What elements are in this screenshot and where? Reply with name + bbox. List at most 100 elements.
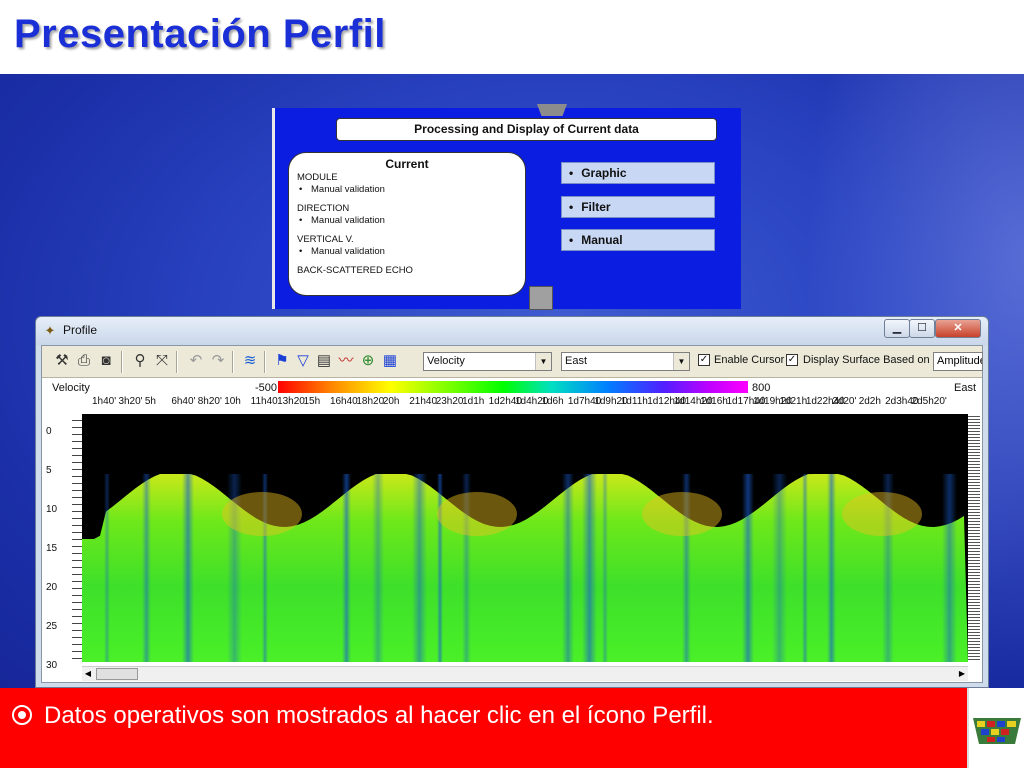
colorbar-variable-label: Velocity	[52, 382, 90, 394]
time-label: 1d1h	[462, 396, 485, 407]
enable-cursor-label: Enable Cursor	[714, 354, 785, 366]
current-box: Current MODULE Manual validation DIRECTI…	[288, 152, 526, 296]
undo-icon[interactable]: ↶	[186, 351, 206, 371]
toolbar-separator	[121, 351, 123, 373]
time-label: 1d16h	[700, 396, 728, 407]
time-label: 23h20	[435, 396, 464, 407]
minimize-button[interactable]: ▁	[884, 319, 910, 338]
depth-label: 10	[46, 504, 58, 515]
time-label: 3h20'	[118, 396, 143, 407]
time-label: 2d5h20'	[911, 396, 947, 407]
time-label: 13h20	[277, 396, 305, 407]
time-label: 21h40	[409, 396, 438, 407]
velocity-profile-plot[interactable]	[82, 414, 968, 662]
print-icon[interactable]: ⎙	[74, 351, 94, 371]
scroll-left-icon[interactable]: ◀	[82, 668, 94, 680]
zoom-icon[interactable]: ⚲	[130, 351, 150, 371]
chart-icon[interactable]: 〰	[336, 351, 356, 371]
velocity-stripe	[602, 474, 608, 662]
filter-icon[interactable]: ▽	[293, 351, 313, 371]
toolbar-separator	[264, 351, 266, 373]
velocity-hotspot	[842, 492, 922, 536]
panel-header: Processing and Display of Current data	[336, 118, 717, 141]
window-title: Profile	[63, 323, 98, 337]
velocity-stripe	[827, 474, 836, 662]
chevron-down-icon[interactable]: ▼	[673, 353, 689, 370]
horizontal-scrollbar[interactable]: ◀ ▶	[82, 666, 968, 681]
time-label: 1d21h	[779, 396, 808, 407]
redo-icon[interactable]: ↷	[208, 351, 228, 371]
document-icon[interactable]: ▤	[314, 351, 334, 371]
grid-icon[interactable]: ▦	[380, 351, 400, 371]
velocity-stripe	[342, 474, 351, 662]
variable-select[interactable]: Velocity ▼	[423, 352, 552, 371]
velocity-stripe	[182, 474, 194, 662]
bottom-bullet: Datos operativos son mostrados al hacer …	[12, 702, 714, 730]
colorbar	[278, 381, 748, 393]
group-backscatter: BACK-SCATTERED ECHO	[297, 265, 413, 276]
profile-surface	[82, 474, 968, 662]
connector-block	[529, 286, 553, 310]
chevron-down-icon[interactable]: ▼	[535, 353, 551, 370]
option-graphic[interactable]: Graphic	[561, 162, 715, 184]
depth-label: 30	[46, 660, 58, 671]
app-icon: ✦	[44, 323, 56, 338]
pump-icon[interactable]: ⚑	[272, 351, 292, 371]
velocity-stripe	[802, 474, 808, 662]
time-label: 2d2h	[858, 396, 881, 407]
velocity-hotspot	[437, 492, 517, 536]
compass-icon[interactable]: ⊕	[358, 351, 378, 371]
option-manual[interactable]: Manual	[561, 229, 715, 251]
depth-label: 20	[46, 582, 58, 593]
velocity-hotspot	[642, 492, 722, 536]
colorbar-min-label: -500	[255, 382, 278, 394]
scroll-thumb[interactable]	[96, 668, 138, 680]
option-filter[interactable]: Filter	[561, 196, 715, 218]
time-label: 15h	[303, 396, 321, 407]
velocity-hotspot	[222, 492, 302, 536]
logo-box	[967, 688, 1024, 768]
current-title: Current	[385, 157, 429, 171]
direction-select[interactable]: East ▼	[561, 352, 690, 371]
colorbar-direction-label: East	[954, 382, 977, 394]
depth-label: 25	[46, 621, 58, 632]
enable-cursor-checkbox[interactable]: ✓	[698, 354, 710, 366]
group-item: Manual validation	[297, 215, 517, 227]
toolbar-separator	[232, 351, 234, 373]
right-ruler	[968, 414, 980, 662]
velocity-stripe	[742, 474, 754, 662]
time-label: 11h40	[250, 396, 278, 407]
velocity-stripe	[437, 474, 443, 662]
maximize-button[interactable]: ☐	[909, 319, 935, 338]
bottom-bar: Datos operativos son mostrados al hacer …	[0, 688, 967, 768]
scroll-right-icon[interactable]: ▶	[956, 668, 968, 680]
velocity-stripe	[104, 474, 110, 662]
processing-panel: Processing and Display of Current data C…	[272, 104, 741, 310]
close-button[interactable]: ✕	[935, 319, 981, 338]
window-titlebar[interactable]: ✦ Profile ▁ ☐ ✕	[36, 317, 988, 345]
velocity-stripe	[942, 474, 957, 662]
velocity-stripe	[372, 474, 384, 662]
display-surface-label: Display Surface Based on	[803, 354, 930, 366]
bullet-icon	[12, 705, 32, 725]
wave-icon[interactable]: ≋	[240, 351, 260, 371]
colorbar-max-label: 800	[752, 382, 771, 394]
logo-icon	[973, 718, 1021, 744]
tools-icon[interactable]: ⚒	[52, 351, 72, 371]
group-module: MODULE Manual validation	[297, 172, 517, 196]
time-label: 5h	[144, 396, 156, 407]
time-label: 8h20'	[197, 396, 222, 407]
camera-icon[interactable]: ◙	[96, 351, 116, 371]
direction-select-value: East	[565, 355, 588, 367]
group-item: Manual validation	[297, 246, 517, 258]
toolbar: ⚒ ⎙ ◙ ⚲ ⤧ ↶ ↷ ≋ ⚑ ▽ ▤ 〰 ⊕ ▦ Velocity ▼ E…	[42, 346, 983, 378]
group-direction: DIRECTION Manual validation	[297, 203, 517, 227]
time-label: 6h40'	[171, 396, 196, 407]
time-label: 20h	[382, 396, 400, 407]
toolbar-separator	[176, 351, 178, 373]
amplitude-field[interactable]: Amplitude	[933, 352, 983, 371]
display-surface-checkbox[interactable]: ✓	[786, 354, 798, 366]
time-label: 18h20	[356, 396, 385, 407]
fit-icon[interactable]: ⤧	[152, 351, 172, 371]
velocity-stripe	[582, 474, 597, 662]
